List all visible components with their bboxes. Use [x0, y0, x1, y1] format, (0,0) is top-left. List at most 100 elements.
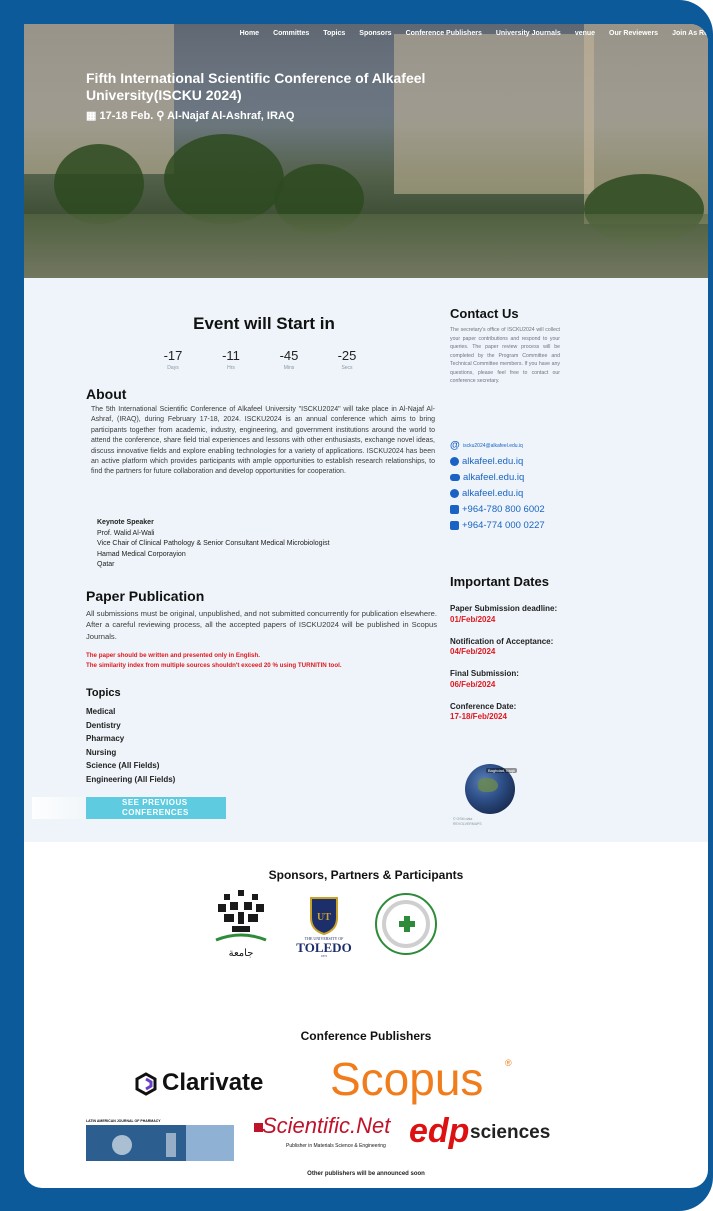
contact-text: The secretary's office of ISCKU2024 will…	[450, 327, 560, 384]
countdown-seconds: -25 Secs	[327, 348, 367, 371]
edp-logo: edp	[409, 1112, 470, 1150]
toledo-line-2: TOLEDO	[296, 940, 352, 955]
countdown-days: -17 Days	[153, 348, 193, 371]
countdown-value: -45	[279, 348, 299, 363]
date-value: 06/Feb/2024	[450, 679, 496, 689]
keynote-org: Hamad Medical Corporayion	[97, 550, 186, 558]
youtube-link[interactable]: alkafeel.edu.iq	[463, 472, 524, 483]
svg-text:جامعة: جامعة	[229, 948, 254, 959]
date-value: 04/Feb/2024	[450, 647, 496, 656]
contact-email[interactable]: @ iscku2024@alkafeel.edu.iq	[450, 439, 545, 453]
facebook-link[interactable]: alkafeel.edu.iq	[462, 456, 523, 467]
topic-item: Nursing	[86, 747, 117, 757]
phone-link[interactable]: +964-774 000 0227	[462, 520, 545, 531]
conference-title: Fifth International Scientific Conferenc…	[86, 70, 426, 103]
toledo-wordmark: THE UNIVERSITY OF TOLEDO 1872	[292, 936, 356, 958]
scientific-net-logo: Scientific.Net	[262, 1113, 391, 1138]
tree	[164, 134, 284, 224]
telegram-link[interactable]: alkafeel.edu.iq	[462, 488, 523, 499]
important-dates-heading: Important Dates	[450, 574, 549, 589]
alkafeel-hospital-logo	[374, 892, 438, 956]
topics-heading: Topics	[86, 687, 121, 699]
nav-committees[interactable]: Committes	[273, 30, 309, 37]
countdown-value: -25	[337, 348, 357, 363]
calendar-icon: ▦	[86, 110, 97, 122]
warning-similarity: The similarity index from multiple sourc…	[86, 662, 342, 670]
keynote-country: Qatar	[97, 561, 115, 568]
contact-heading: Contact Us	[450, 306, 519, 321]
contact-telegram[interactable]: alkafeel.edu.iq	[450, 485, 545, 501]
nav-conference-publishers[interactable]: Conference Publishers	[406, 30, 482, 37]
contact-phone-2[interactable]: +964-774 000 0227	[450, 517, 545, 533]
topic-item: Pharmacy	[86, 734, 125, 744]
about-text: The 5th International Scientific Confere…	[91, 406, 435, 476]
topic-item: Dentistry	[86, 720, 121, 730]
phone-link[interactable]: +964-780 800 6002	[462, 504, 545, 515]
main-section: Event will Start in -17 Days -11 Hrs -45…	[24, 278, 708, 842]
see-previous-conferences-button[interactable]: SEE PREVIOUS CONFERENCES	[86, 797, 226, 819]
lajp-journal-logo	[86, 1125, 234, 1161]
keynote-name: Prof. Walid Al-Wali	[97, 529, 155, 537]
contact-youtube[interactable]: alkafeel.edu.iq	[450, 469, 545, 485]
lajp-title: LATIN AMERICAN JOURNAL OF PHARMACY	[86, 1119, 161, 1123]
conference-date: 17-18 Feb.	[99, 110, 154, 122]
keynote-role: Vice Chair of Clinical Pathology & Senio…	[97, 540, 330, 547]
facebook-icon	[450, 456, 459, 466]
contact-list: @ iscku2024@alkafeel.edu.iq alkafeel.edu.…	[450, 439, 545, 533]
top-nav: Home Committes Topics Sponsors Conferenc…	[240, 30, 708, 37]
nav-our-reviewers[interactable]: Our Reviewers	[609, 30, 658, 37]
globe-land	[478, 778, 498, 792]
phone-icon	[450, 520, 459, 530]
globe-location-tag: Baghdad, Iraqk	[486, 768, 518, 773]
countdown-minutes: -45 Mins	[269, 348, 309, 371]
date-value: 17-18/Feb/2024	[450, 712, 507, 721]
conference-location: Al-Najaf Al-Ashraf, IRAQ	[167, 110, 295, 122]
publication-heading: Paper Publication	[86, 588, 205, 604]
countdown-label: Hrs	[227, 365, 235, 371]
email-link[interactable]: iscku2024@alkafeel.edu.iq	[463, 443, 523, 449]
svg-text:UT: UT	[317, 912, 331, 923]
nav-join-as-reviewer[interactable]: Join As Re	[672, 30, 708, 37]
tree	[54, 144, 144, 224]
alkafeel-logo-icon: جامعة	[215, 890, 267, 959]
button-fade	[32, 797, 86, 819]
hero-banner: Home Committes Topics Sponsors Conferenc…	[24, 24, 708, 278]
contact-facebook[interactable]: alkafeel.edu.iq	[450, 453, 545, 469]
countdown-title: Event will Start in	[193, 314, 335, 333]
date-value: 01/Feb/2024	[450, 614, 496, 624]
about-heading: About	[86, 386, 127, 402]
edp-sciences-wordmark: sciences	[470, 1122, 551, 1143]
scopus-logo: Scopus	[330, 1053, 484, 1105]
topic-item: Engineering (All Fields)	[86, 774, 176, 784]
nav-topics[interactable]: Topics	[323, 30, 345, 37]
nav-university-journals[interactable]: University Journals	[496, 30, 561, 37]
nav-sponsors[interactable]: Sponsors	[359, 30, 391, 37]
scientific-net-tagline: Publisher in Materials Science & Enginee…	[286, 1143, 386, 1149]
countdown-hours: -11 Hrs	[211, 348, 251, 371]
other-publishers-note: Other publishers will be announced soon	[307, 1171, 425, 1177]
clarivate-logo: Clarivate	[162, 1069, 264, 1096]
countdown-label: Days	[167, 365, 179, 371]
countdown-label: Mins	[283, 365, 295, 371]
conference-date-location: ▦ 17-18 Feb. ⚲ Al-Najaf Al-Ashraf, IRAQ	[86, 109, 294, 122]
date-label: Conference Date:	[450, 701, 517, 711]
nav-venue[interactable]: venue	[575, 30, 595, 37]
sponsors-heading: Sponsors, Partners & Participants	[268, 868, 464, 882]
telegram-icon	[450, 488, 459, 498]
publication-text: All submissions must be original, unpubl…	[86, 609, 437, 641]
countdown-value: -17	[163, 348, 183, 363]
page-content: Home Committes Topics Sponsors Conferenc…	[24, 24, 708, 1188]
contact-phone-1[interactable]: +964-780 800 6002	[450, 501, 545, 517]
date-item: Final Submission: 06/Feb/2024	[450, 669, 560, 690]
keynote-heading: Keynote Speaker	[97, 519, 154, 526]
date-item: Notification of Acceptance: 04/Feb/2024	[450, 637, 560, 658]
nav-home[interactable]: Home	[240, 30, 259, 37]
location-pin-icon: ⚲	[156, 110, 165, 122]
topic-item: Medical	[86, 707, 116, 716]
registered-mark-icon: ®	[505, 1058, 512, 1068]
topic-item: Science (All Fields)	[86, 761, 160, 771]
publication-warnings: The paper should be written and presente…	[86, 651, 342, 672]
clarivate-icon	[135, 1072, 157, 1096]
important-dates-list: Paper Submission deadline: 01/Feb/2024 No…	[450, 604, 560, 734]
youtube-icon	[450, 473, 460, 481]
